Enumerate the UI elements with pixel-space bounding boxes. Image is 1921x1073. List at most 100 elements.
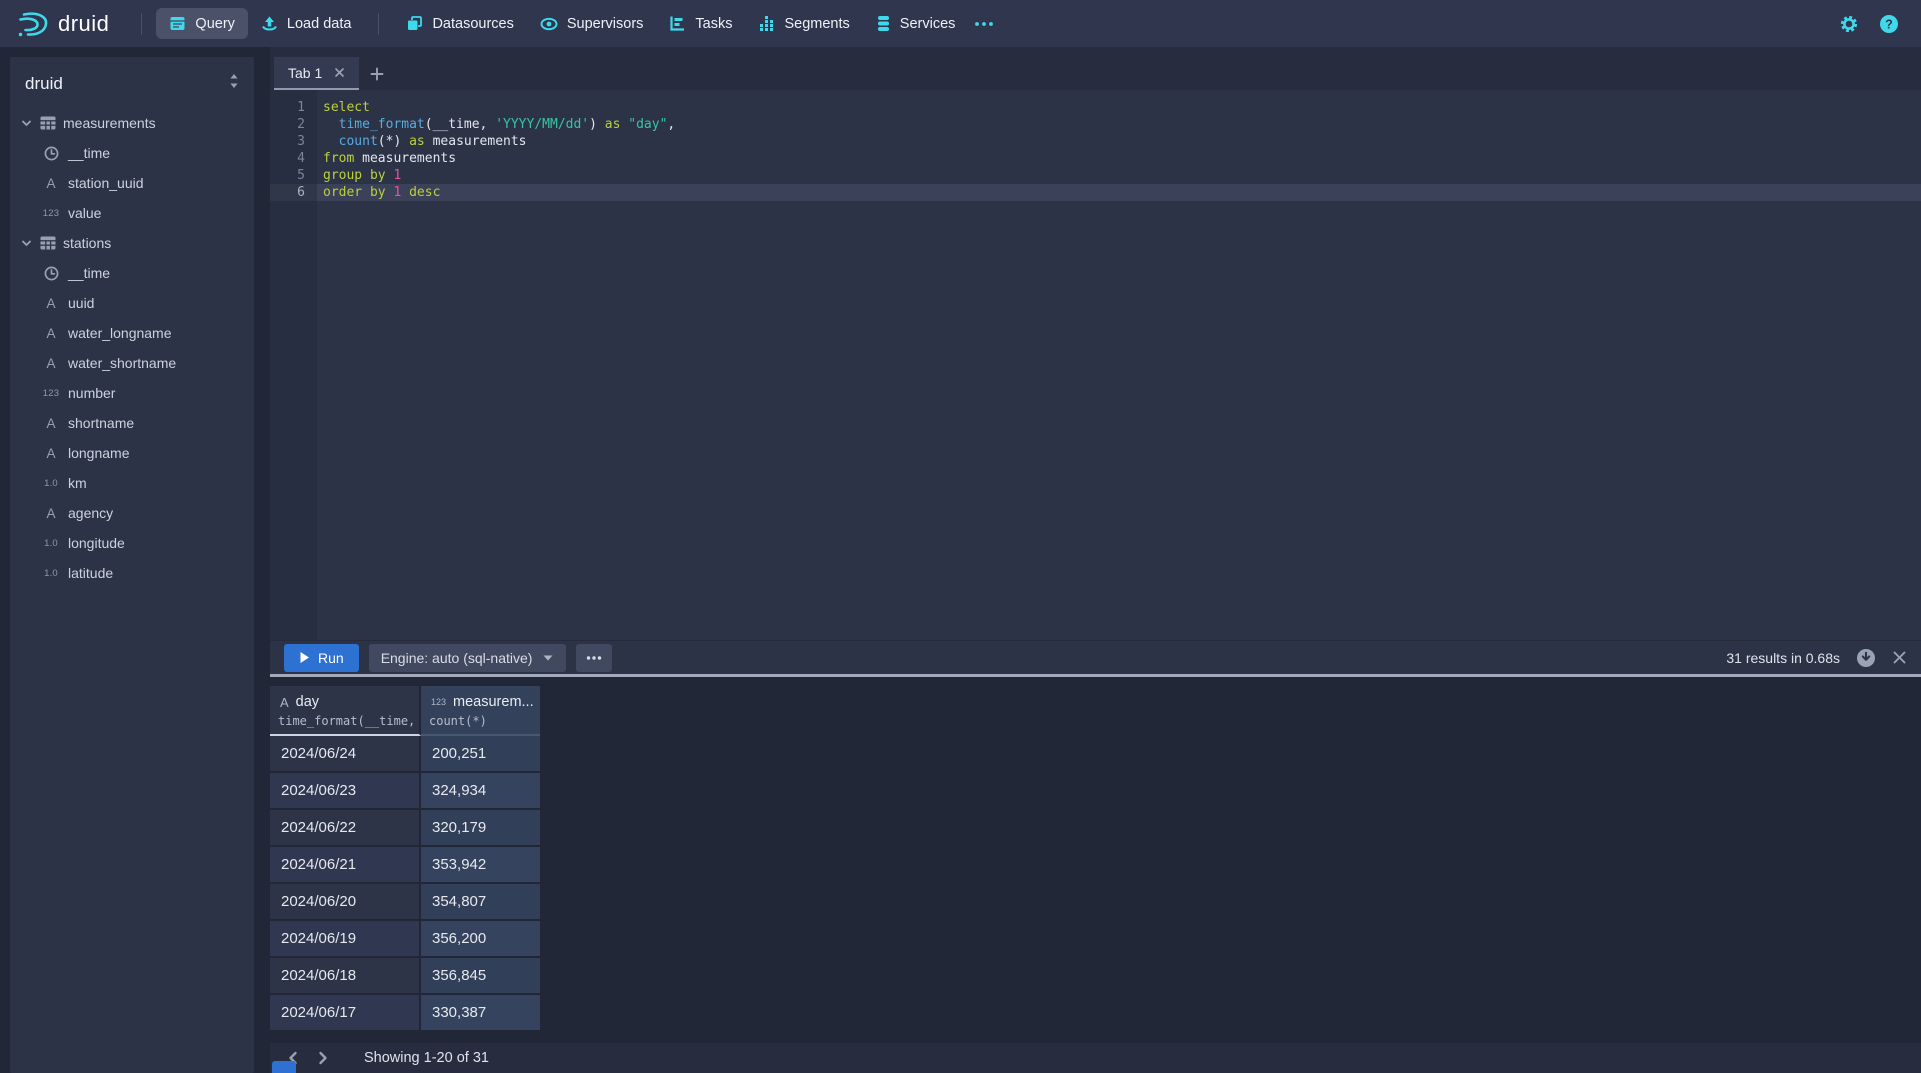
druid-logo-icon <box>16 10 50 38</box>
code-line-4[interactable]: from measurements <box>317 150 1921 167</box>
sidebar-item-stations-__time[interactable]: __time <box>10 258 254 288</box>
code-area[interactable]: select time_format(__time, 'YYYY/MM/dd')… <box>317 90 1921 640</box>
sidebar-item-stations-latitude[interactable]: 1.0latitude <box>10 558 254 588</box>
nav-more-button[interactable] <box>974 20 994 28</box>
column-label: longname <box>68 445 130 461</box>
table-row[interactable]: 2024/06/19356,200 <box>270 921 540 958</box>
download-results-button[interactable] <box>1856 648 1876 668</box>
nav-item-load-data[interactable]: Load data <box>248 8 365 39</box>
column-name: measurem... <box>453 694 534 710</box>
cell-measurements[interactable]: 356,200 <box>421 921 540 958</box>
cell-measurements[interactable]: 353,942 <box>421 847 540 884</box>
sidebar-item-stations-water_longname[interactable]: Awater_longname <box>10 318 254 348</box>
code-line-5[interactable]: group by 1 <box>317 167 1921 184</box>
table-row[interactable]: 2024/06/21353,942 <box>270 847 540 884</box>
table-icon <box>40 116 56 130</box>
datasources-icon <box>406 15 423 32</box>
column-expression: time_format(__time, … <box>270 712 419 734</box>
sidebar-item-stations-longname[interactable]: Alongname <box>10 438 254 468</box>
column-label: shortname <box>68 415 134 431</box>
column-header-measurements[interactable]: 123 measurem... count(*) <box>421 686 540 736</box>
brand-wordmark: druid <box>58 11 109 37</box>
sort-carets-icon[interactable] <box>228 73 240 94</box>
table-row[interactable]: 2024/06/18356,845 <box>270 958 540 995</box>
sidebar-item-measurements-__time[interactable]: __time <box>10 138 254 168</box>
druid-brand[interactable]: druid <box>16 10 109 38</box>
cell-measurements[interactable]: 330,387 <box>421 995 540 1032</box>
ellipsis-icon <box>586 655 602 661</box>
nav-item-query[interactable]: Query <box>156 8 248 39</box>
sql-editor[interactable]: 123456 select time_format(__time, 'YYYY/… <box>270 90 1921 640</box>
settings-gear-button[interactable] <box>1839 14 1859 34</box>
line-number: 1 <box>270 99 317 116</box>
tab-close-icon[interactable] <box>334 67 345 78</box>
float-type-icon: 1.0 <box>44 478 58 489</box>
number-type-icon: 123 <box>431 697 446 707</box>
line-number: 2 <box>270 116 317 133</box>
code-line-3[interactable]: count(*) as measurements <box>317 133 1921 150</box>
nav-item-label: Services <box>900 16 956 32</box>
cell-day[interactable]: 2024/06/20 <box>270 884 421 921</box>
tab-1[interactable]: Tab 1 <box>274 57 359 90</box>
help-button[interactable]: ? <box>1879 14 1899 34</box>
float-type-icon: 1.0 <box>44 538 58 549</box>
sidebar-item-stations-water_shortname[interactable]: Awater_shortname <box>10 348 254 378</box>
table-row[interactable]: 2024/06/20354,807 <box>270 884 540 921</box>
line-number: 4 <box>270 150 317 167</box>
sidebar-item-stations-agency[interactable]: Aagency <box>10 498 254 528</box>
table-row[interactable]: 2024/06/24200,251 <box>270 736 540 773</box>
string-type-icon: A <box>280 695 289 710</box>
engine-select[interactable]: Engine: auto (sql-native) <box>369 644 567 672</box>
cell-day[interactable]: 2024/06/22 <box>270 810 421 847</box>
nav-item-segments[interactable]: Segments <box>745 8 862 39</box>
sidebar-item-stations-longitude[interactable]: 1.0longitude <box>10 528 254 558</box>
cell-measurements[interactable]: 324,934 <box>421 773 540 810</box>
cell-day[interactable]: 2024/06/19 <box>270 921 421 958</box>
table-row[interactable]: 2024/06/17330,387 <box>270 995 540 1032</box>
sidebar-item-stations-number[interactable]: 123number <box>10 378 254 408</box>
column-header-day[interactable]: A day time_format(__time, … <box>270 686 421 736</box>
cell-measurements[interactable]: 356,845 <box>421 958 540 995</box>
query-more-options-button[interactable] <box>576 644 612 672</box>
results-footer: Showing 1-20 of 31 <box>270 1043 1921 1073</box>
sidebar-item-stations-uuid[interactable]: Auuid <box>10 288 254 318</box>
sidebar-item-stations-shortname[interactable]: Ashortname <box>10 408 254 438</box>
cell-day[interactable]: 2024/06/21 <box>270 847 421 884</box>
cell-measurements[interactable]: 200,251 <box>421 736 540 773</box>
column-label: water_longname <box>68 325 172 341</box>
cell-measurements[interactable]: 320,179 <box>421 810 540 847</box>
sidebar-item-stations-km[interactable]: 1.0km <box>10 468 254 498</box>
sidebar-item-measurements[interactable]: measurements <box>10 108 254 138</box>
cell-measurements[interactable]: 354,807 <box>421 884 540 921</box>
tab-bar: Tab 1 <box>270 47 1921 90</box>
nav-item-datasources[interactable]: Datasources <box>393 8 526 39</box>
column-label: latitude <box>68 565 113 581</box>
table-row[interactable]: 2024/06/23324,934 <box>270 773 540 810</box>
sidebar-item-stations[interactable]: stations <box>10 228 254 258</box>
column-label: water_shortname <box>68 355 176 371</box>
nav-item-tasks[interactable]: Tasks <box>656 8 745 39</box>
code-line-1[interactable]: select <box>317 99 1921 116</box>
clock-icon <box>44 146 59 161</box>
code-line-6[interactable]: order by 1 desc <box>317 184 1921 201</box>
cell-day[interactable]: 2024/06/18 <box>270 958 421 995</box>
table-row[interactable]: 2024/06/22320,179 <box>270 810 540 847</box>
cell-day[interactable]: 2024/06/17 <box>270 995 421 1032</box>
nav-item-label: Datasources <box>432 16 513 32</box>
new-tab-button[interactable] <box>359 57 395 90</box>
close-results-button[interactable] <box>1892 650 1907 665</box>
nav-item-label: Segments <box>784 16 849 32</box>
tasks-icon <box>669 15 686 32</box>
nav-item-services[interactable]: Services <box>863 8 969 39</box>
column-label: number <box>68 385 115 401</box>
next-page-button[interactable] <box>308 1043 338 1073</box>
number-type-icon: 123 <box>43 208 59 219</box>
code-line-2[interactable]: time_format(__time, 'YYYY/MM/dd') as "da… <box>317 116 1921 133</box>
cell-day[interactable]: 2024/06/23 <box>270 773 421 810</box>
sidebar-item-measurements-value[interactable]: 123value <box>10 198 254 228</box>
chevron-right-icon <box>317 1051 329 1065</box>
run-button[interactable]: Run <box>284 644 359 672</box>
sidebar-item-measurements-station_uuid[interactable]: Astation_uuid <box>10 168 254 198</box>
nav-item-supervisors[interactable]: Supervisors <box>527 9 657 39</box>
cell-day[interactable]: 2024/06/24 <box>270 736 421 773</box>
